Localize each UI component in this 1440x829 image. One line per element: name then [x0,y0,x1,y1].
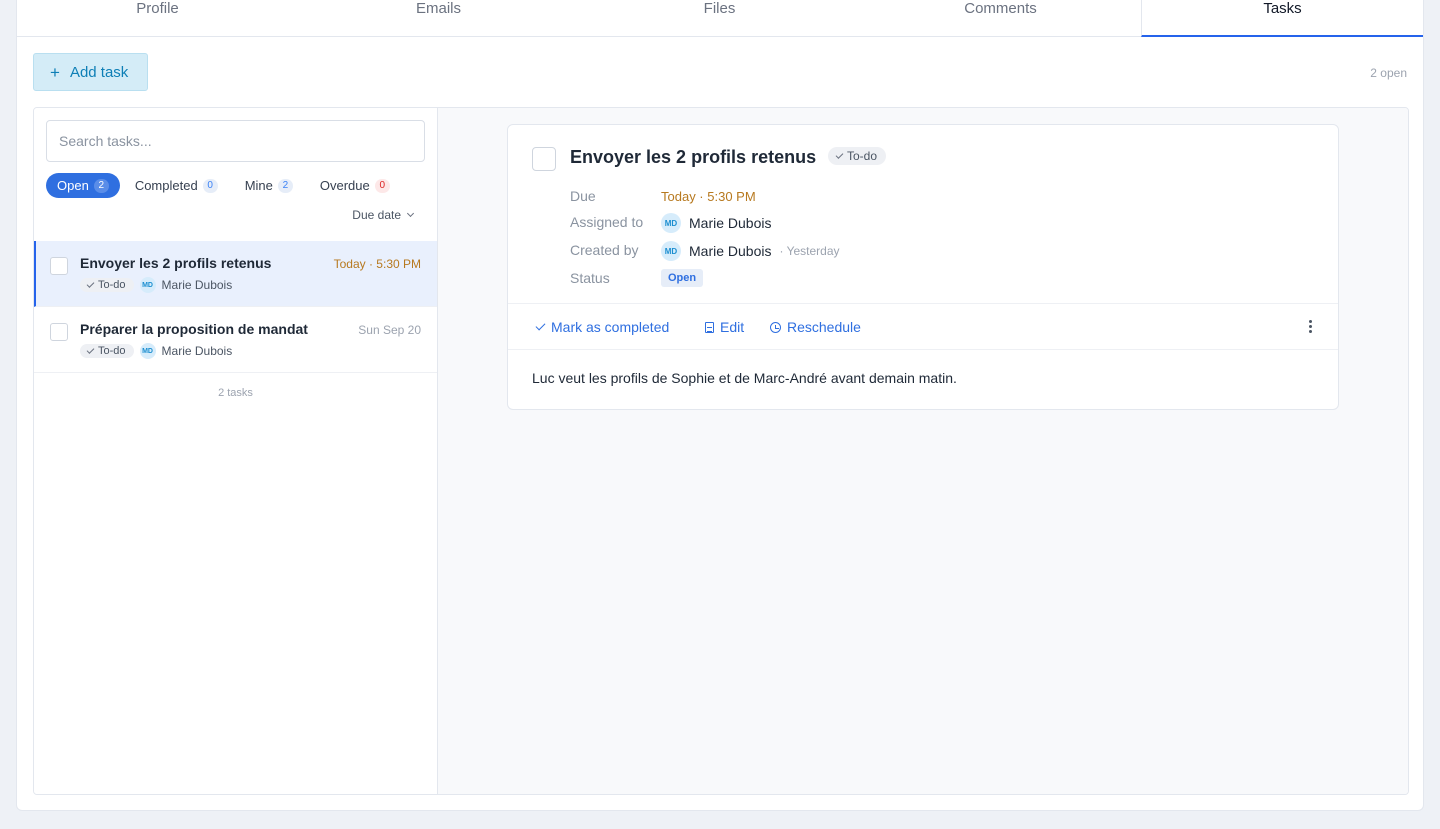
assigned-name: Marie Dubois [689,215,772,231]
tab-emails-label: Emails [415,0,461,17]
status-badge: Open [661,269,704,287]
due-value: Today · 5:30 PM [661,189,756,204]
filter-overdue[interactable]: Overdue 0 [309,173,402,198]
detail-actions: Mark as completed Edit Reschedule [508,303,1338,350]
add-task-label: Add task [69,63,129,81]
task-assignee: Marie Dubois [161,278,233,292]
tab-comments[interactable]: Comments [860,0,1141,36]
clock-icon [770,321,781,333]
avatar: MD [661,241,681,261]
task-type-badge: To-do [80,344,134,358]
task-type-label: To-do [98,345,126,357]
task-description: Luc veut les profils de Sophie et de Mar… [532,370,957,386]
avatar: MD [139,277,156,293]
filter-group: Open 2 Completed 0 Mine 2 Overdue 0 [46,173,406,198]
created-name: Marie Dubois [689,243,772,259]
status-value: Open [661,269,704,287]
task-row[interactable]: Préparer la proposition de mandat Sun Se… [34,307,437,373]
check-icon [835,150,844,159]
reschedule-button[interactable]: Reschedule [770,319,861,335]
complete-checkbox[interactable] [532,147,556,171]
task-checkbox[interactable] [50,323,68,341]
task-list-pane: Open 2 Completed 0 Mine 2 Overdue 0 Due … [34,108,438,794]
filter-mine-count: 2 [277,178,293,193]
plus-icon: + [50,62,60,82]
sort-label: Due date [352,208,401,222]
detail-title: Envoyer les 2 profils retenus [570,147,817,167]
created-value: MD Marie Dubois · Yesterday [661,241,840,261]
filter-open-label: Open [57,178,89,193]
task-due-date: Today · 5:30 PM [333,257,421,271]
task-type-label: To-do [98,279,126,291]
filter-completed-count: 0 [202,178,218,193]
check-icon [535,320,546,330]
status-label: Status [570,270,610,286]
edit-label: Edit [720,319,745,335]
assigned-value: MD Marie Dubois [661,213,771,233]
search-input[interactable] [46,120,425,162]
detail-type-label: To-do [847,149,878,163]
tab-emails[interactable]: Emails [298,0,579,36]
more-options-icon[interactable] [1309,320,1312,333]
open-count: 2 open [1370,66,1407,80]
mark-completed-label: Mark as completed [551,319,670,335]
avatar: MD [661,213,681,233]
task-type-badge: To-do [80,278,134,292]
edit-button[interactable]: Edit [705,319,744,335]
mark-completed-button[interactable]: Mark as completed [535,319,670,335]
assigned-label: Assigned to [570,214,644,230]
contact-card: Profile Emails Files Comments Tasks + Ad… [16,0,1424,811]
reschedule-label: Reschedule [787,319,861,335]
check-icon [86,279,95,288]
tab-files[interactable]: Files [579,0,860,36]
tab-profile[interactable]: Profile [17,0,298,36]
tab-bar: Profile Emails Files Comments Tasks [17,0,1423,37]
task-detail-pane: Envoyer les 2 profils retenus To-do Due … [438,108,1408,794]
filter-open-count: 2 [93,178,109,193]
filter-mine[interactable]: Mine 2 [234,173,305,198]
task-meta: To-do MD Marie Dubois [80,277,232,293]
detail-type-badge: To-do [828,147,887,165]
task-row[interactable]: Envoyer les 2 profils retenus Today · 5:… [34,241,437,307]
avatar: MD [139,343,156,359]
filter-overdue-count: 0 [374,178,390,193]
filter-completed-label: Completed [134,178,198,193]
created-label: Created by [570,242,639,258]
tab-tasks-label: Tasks [1263,0,1302,17]
sort-dropdown[interactable]: Due date [352,208,415,222]
tasks-panel: Open 2 Completed 0 Mine 2 Overdue 0 Due … [33,107,1409,795]
tab-profile-label: Profile [136,0,179,17]
check-icon [86,345,95,354]
filter-overdue-label: Overdue [319,178,370,193]
created-when: · Yesterday [779,244,840,258]
chevron-down-icon [406,209,415,218]
task-checkbox[interactable] [50,257,68,275]
task-assignee: Marie Dubois [161,344,233,358]
tab-tasks[interactable]: Tasks [1141,0,1423,37]
tab-files-label: Files [703,0,736,17]
add-task-button[interactable]: + Add task [33,53,148,91]
filter-open[interactable]: Open 2 [46,173,120,198]
due-label: Due [570,188,596,204]
task-title: Préparer la proposition de mandat [80,321,308,337]
task-detail-card: Envoyer les 2 profils retenus To-do Due … [507,124,1339,410]
task-due-date: Sun Sep 20 [358,323,421,337]
filter-mine-label: Mine [244,178,273,193]
task-title: Envoyer les 2 profils retenus [80,255,272,271]
task-meta: To-do MD Marie Dubois [80,343,232,359]
task-count-footer: 2 tasks [218,387,253,399]
tab-comments-label: Comments [964,0,1037,17]
filter-completed[interactable]: Completed 0 [124,173,230,198]
document-icon [705,321,714,333]
